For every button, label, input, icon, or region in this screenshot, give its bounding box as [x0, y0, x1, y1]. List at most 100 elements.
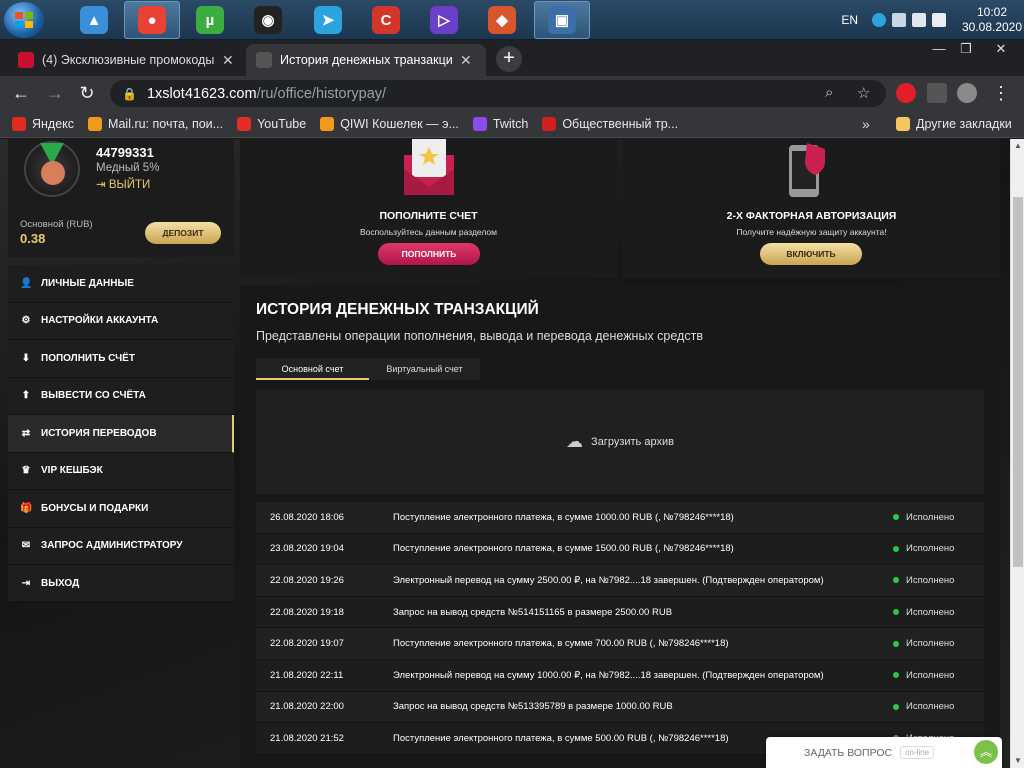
row-description: Электронный перевод на сумму 2500.00 ₽, …: [393, 574, 824, 586]
page-scrollbar[interactable]: ▲ ▼: [1010, 139, 1024, 768]
menu-item[interactable]: 👤 ЛИЧНЫЕ ДАННЫЕ: [8, 265, 234, 303]
menu-item[interactable]: ♛ VIP КЕШБЭК: [8, 453, 234, 490]
menu-item[interactable]: ⬇ ПОПОЛНИТЬ СЧЁТ: [8, 340, 234, 378]
clock[interactable]: 10:02 30.08.2020: [960, 5, 1024, 35]
logout-link[interactable]: ⇥ ВЫЙТИ: [96, 177, 150, 191]
more-bookmarks-icon[interactable]: »: [862, 116, 870, 132]
download-archive-button[interactable]: ☁ Загрузить архив: [256, 389, 984, 494]
transactions-table: 26.08.2020 18:06 Поступление электронного…: [256, 502, 984, 755]
bookmark-item[interactable]: YouTube: [237, 116, 307, 131]
enable-2fa-button[interactable]: ВКЛЮЧИТЬ: [760, 243, 862, 265]
page-content: 44799331 Медный 5% ⇥ ВЫЙТИ Основной (RUB…: [0, 139, 1010, 768]
menu-item[interactable]: ⇥ ВЫХОД: [8, 565, 234, 603]
row-status: Исполнено: [893, 512, 954, 523]
row-description: Поступление электронного платежа, в сумм…: [393, 543, 734, 555]
back-arrow-icon[interactable]: ←: [10, 82, 32, 104]
ccleaner-icon: C: [372, 6, 400, 34]
monitor-icon: ▣: [548, 6, 576, 34]
close-icon[interactable]: ✕: [222, 52, 234, 69]
menu-item[interactable]: ✉ ЗАПРОС АДМИНИСТРАТОРУ: [8, 528, 234, 565]
row-description: Поступление электронного платежа, в сумм…: [393, 511, 734, 523]
menu-item-icon: ⇄: [21, 427, 31, 439]
tab-virtual-account[interactable]: Виртуальный счет: [369, 358, 480, 380]
menu-item-label: БОНУСЫ И ПОДАРКИ: [41, 502, 149, 514]
chrome-icon: ●: [138, 6, 166, 34]
menu-item[interactable]: ⬆ ВЫВЕСТИ СО СЧЁТА: [8, 378, 234, 415]
forward-arrow-icon[interactable]: →: [44, 82, 66, 104]
network-tray-icon[interactable]: [912, 13, 926, 27]
bookmark-item[interactable]: Mail.ru: почта, пои...: [88, 116, 223, 131]
bookmark-label: Яндекс: [32, 116, 75, 131]
adblock-extension-icon[interactable]: [896, 83, 916, 103]
other-bookmarks[interactable]: Другие закладки: [896, 116, 1012, 131]
taskbar-utorrent[interactable]: µ: [182, 1, 238, 39]
taskbar-telegram[interactable]: ➤: [300, 1, 356, 39]
taskbar-chrome[interactable]: ●: [124, 1, 180, 39]
menu-item-icon: 👤: [20, 277, 33, 289]
topup-subtitle: Воспользуйтесь данным разделом: [359, 227, 498, 237]
start-button[interactable]: [4, 2, 44, 38]
ask-question-widget[interactable]: ЗАДАТЬ ВОПРОС on-line ︽: [766, 737, 1002, 768]
row-date: 21.08.2020 22:00: [270, 701, 344, 713]
tab-history[interactable]: История денежных транзакций ✕: [246, 44, 486, 76]
row-date: 21.08.2020 21:52: [270, 732, 344, 744]
zoom-icon[interactable]: ⌕: [825, 84, 833, 101]
bookmark-item[interactable]: Общественный тр...: [542, 116, 678, 131]
bookmark-item[interactable]: QIWI Кошелек — э...: [320, 116, 459, 131]
row-status: Исполнено: [893, 607, 954, 618]
menu-item[interactable]: ⚙ НАСТРОЙКИ АККАУНТА: [8, 303, 234, 340]
bookmark-item[interactable]: Яндекс: [12, 116, 75, 131]
taskbar-ccleaner[interactable]: C: [358, 1, 414, 39]
online-badge: on-line: [900, 746, 935, 759]
status-dot-icon: [893, 672, 899, 679]
taskbar-game[interactable]: ◆: [474, 1, 530, 39]
restore-icon[interactable]: ❐: [955, 42, 977, 56]
close-window-icon[interactable]: ✕: [990, 42, 1012, 56]
telegram-tray-icon[interactable]: [872, 13, 886, 27]
star-icon[interactable]: ☆: [857, 84, 870, 102]
new-tab-button[interactable]: +: [496, 46, 522, 72]
scroll-down-icon[interactable]: ▼: [1011, 754, 1024, 768]
scroll-up-icon[interactable]: ▲: [1011, 139, 1024, 153]
volume-tray-icon[interactable]: [932, 13, 946, 27]
taskbar-visual-studio[interactable]: ▷: [416, 1, 472, 39]
row-status: Исполнено: [893, 638, 954, 649]
flag-tray-icon[interactable]: [892, 13, 906, 27]
minimize-icon[interactable]: —: [928, 42, 950, 56]
page-description: Представлены операции пополнения, вывода…: [256, 329, 703, 343]
language-indicator[interactable]: EN: [841, 13, 858, 27]
menu-item[interactable]: 🎁 БОНУСЫ И ПОДАРКИ: [8, 490, 234, 528]
deposit-button[interactable]: ДЕПОЗИТ: [145, 222, 221, 244]
profile-avatar-icon[interactable]: [957, 83, 977, 103]
row-description: Электронный перевод на сумму 1000.00 ₽, …: [393, 669, 824, 681]
menu-item-label: ЗАПРОС АДМИНИСТРАТОРУ: [41, 540, 183, 552]
row-date: 26.08.2020 18:06: [270, 511, 344, 523]
menu-item-label: НАСТРОЙКИ АККАУНТА: [41, 315, 159, 327]
tab-promocodes[interactable]: (4) Эксклюзивные промокоды н ✕: [8, 44, 244, 76]
topup-button[interactable]: ПОПОЛНИТЬ: [378, 243, 480, 265]
reload-icon[interactable]: ↻: [76, 82, 98, 104]
address-bar[interactable]: 🔒 1xslot41623.com/ru/office/historypay/ …: [110, 80, 886, 107]
close-icon[interactable]: ✕: [460, 52, 472, 69]
puzzle-extensions-icon[interactable]: [927, 83, 947, 103]
chevron-up-icon[interactable]: ︽: [974, 740, 998, 764]
windows-logo-icon: [15, 12, 33, 28]
menu-kebab-icon[interactable]: ⋮: [990, 82, 1012, 104]
explorer-icon: ▲: [80, 6, 108, 34]
menu-item[interactable]: ⇄ ИСТОРИЯ ПЕРЕВОДОВ: [8, 415, 234, 453]
taskbar-panda[interactable]: ◉: [240, 1, 296, 39]
game-icon: ◆: [488, 6, 516, 34]
table-row: 26.08.2020 18:06 Поступление электронного…: [256, 502, 984, 534]
row-date: 22.08.2020 19:26: [270, 574, 344, 586]
taskbar-monitor[interactable]: ▣: [534, 1, 590, 39]
bookmark-item[interactable]: Twitch: [472, 116, 528, 131]
taskbar-explorer[interactable]: ▲: [66, 1, 122, 39]
bookmark-label: YouTube: [257, 116, 307, 131]
download-archive-label: Загрузить архив: [591, 435, 674, 448]
panda-icon: ◉: [254, 6, 282, 34]
tab-main-account[interactable]: Основной счет: [256, 358, 369, 380]
table-row: 22.08.2020 19:26 Электронный перевод на с…: [256, 565, 984, 597]
menu-item-label: ЛИЧНЫЕ ДАННЫЕ: [41, 277, 134, 289]
scrollbar-thumb[interactable]: [1013, 197, 1023, 567]
status-dot-icon: [893, 703, 899, 710]
